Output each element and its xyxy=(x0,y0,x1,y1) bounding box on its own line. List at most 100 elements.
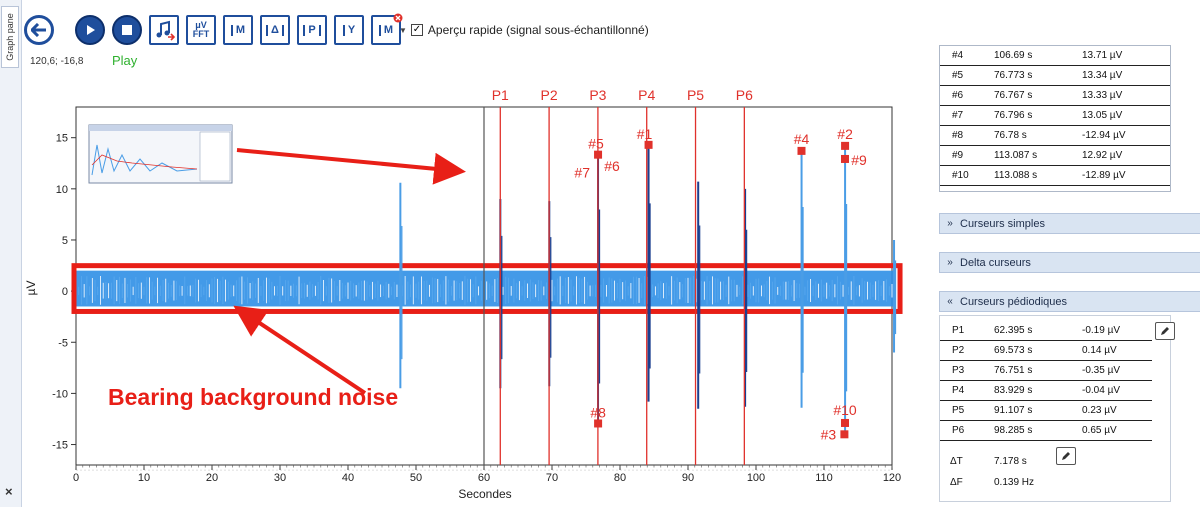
table-row[interactable]: P6 98.285 s 0.65 µV xyxy=(940,421,1152,441)
x-tick-label: 90 xyxy=(682,472,694,484)
table-row[interactable]: P2 69.573 s 0.14 µV xyxy=(940,341,1152,361)
marker-button[interactable]: M xyxy=(223,15,253,45)
remove-marker-glyph: M xyxy=(378,24,393,36)
periodic-rows: P1 62.395 s -0.19 µV P2 69.573 s 0.14 µV P3 76.… xyxy=(940,321,1152,441)
delta-cursor-button[interactable]: Δ xyxy=(260,15,290,45)
remove-marker-icon: M xyxy=(371,13,403,45)
edit-periodic-button[interactable] xyxy=(1155,322,1175,340)
cell-id: P3 xyxy=(952,365,965,376)
cell-value: 0.65 µV xyxy=(1082,425,1117,436)
cell-time: 91.107 s xyxy=(994,405,1033,416)
periodic-cursors-table: P1 62.395 s -0.19 µV P2 69.573 s 0.14 µV P3 76.… xyxy=(939,315,1171,502)
back-button[interactable] xyxy=(24,15,54,45)
table-row[interactable]: #8 76.78 s -12.94 µV xyxy=(940,126,1170,146)
table-row[interactable]: P3 76.751 s -0.35 µV xyxy=(940,361,1152,381)
y-tick-label: -5 xyxy=(58,337,68,349)
x-tick-label: 120 xyxy=(883,472,901,484)
expand-chevron-icon: » xyxy=(947,218,953,229)
cell-time: 83.929 s xyxy=(994,385,1033,396)
peak-marker xyxy=(841,141,850,150)
marker-glyph: M xyxy=(230,24,245,36)
cell-id: P2 xyxy=(952,345,965,356)
peak-label: #9 xyxy=(851,152,867,168)
table-row[interactable]: #6 76.767 s 13.33 µV xyxy=(940,86,1170,106)
peak-label: #5 xyxy=(588,136,604,152)
export-audio-button[interactable] xyxy=(149,15,179,45)
fft-icon: μV FFT xyxy=(186,15,216,45)
apercu-rapide-label: Aperçu rapide (signal sous-échantillonné… xyxy=(427,23,649,37)
collapse-chevron-icon: « xyxy=(947,296,953,307)
peak-label: #1 xyxy=(637,126,653,142)
noise-band xyxy=(71,263,903,314)
section-curseurs-periodiques[interactable]: « Curseurs pédiodiques xyxy=(939,291,1200,312)
y-cursor-button[interactable]: Y xyxy=(334,15,364,45)
periodic-cursor-label: P1 xyxy=(492,87,509,103)
cell-value: -12.94 µV xyxy=(1082,130,1126,141)
delta-cursor-icon: Δ xyxy=(260,15,290,45)
cell-value: 13.05 µV xyxy=(1082,110,1123,121)
thumbnail-preview xyxy=(88,124,233,184)
cell-id: P1 xyxy=(952,325,965,336)
periodic-cursor-icon: P xyxy=(297,15,327,45)
cell-id: #4 xyxy=(952,50,964,61)
x-tick-label: 70 xyxy=(546,472,558,484)
cell-time: 76.773 s xyxy=(994,70,1033,81)
cell-time: 76.751 s xyxy=(994,365,1033,376)
y-tick-label: 0 xyxy=(62,286,68,298)
x-axis-label: Secondes xyxy=(458,487,511,501)
y-tick-label: 15 xyxy=(56,133,68,145)
periodic-cursor-label: P3 xyxy=(589,87,606,103)
noise-annotation: Bearing background noise xyxy=(108,384,398,410)
periodic-cursor-label: P6 xyxy=(736,87,753,103)
play-button[interactable] xyxy=(75,15,105,45)
table-row[interactable]: P5 91.107 s 0.23 µV xyxy=(940,401,1152,421)
x-tick-label: 10 xyxy=(138,472,150,484)
graph-pane-tab-strip: Graph pane × xyxy=(0,0,22,507)
y-axis-label: µV xyxy=(24,281,38,296)
delta-glyph: Δ xyxy=(266,24,284,36)
remove-marker-button[interactable]: M xyxy=(371,13,403,45)
cell-value: 0.23 µV xyxy=(1082,405,1117,416)
x-tick-label: 40 xyxy=(342,472,354,484)
graph-pane-tab[interactable]: Graph pane xyxy=(1,6,19,68)
section-curseurs-simples[interactable]: » Curseurs simples xyxy=(939,213,1200,234)
table-row[interactable]: #9 113.087 s 12.92 µV xyxy=(940,146,1170,166)
signal-chart[interactable]: 0 10 20 30 40 50 60 70 80 90 100 110 120151050-5-10-… xyxy=(22,85,932,503)
cell-id: #6 xyxy=(952,90,964,101)
peak-label: #2 xyxy=(837,126,853,142)
stop-button[interactable] xyxy=(112,15,142,45)
peak-label: #8 xyxy=(590,404,606,420)
table-row[interactable]: #7 76.796 s 13.05 µV xyxy=(940,106,1170,126)
cell-time: 76.796 s xyxy=(994,110,1033,121)
cell-id: P4 xyxy=(952,385,965,396)
cell-id: #7 xyxy=(952,110,964,121)
edit-delta-button[interactable] xyxy=(1056,447,1076,465)
fft-glyph: μV FFT xyxy=(192,19,210,39)
fft-button[interactable]: μV FFT xyxy=(186,15,216,45)
x-tick-label: 20 xyxy=(206,472,218,484)
peak-marker xyxy=(840,418,849,427)
x-tick-label: 0 xyxy=(73,472,79,484)
section-curseurs-periodiques-label: Curseurs pédiodiques xyxy=(960,295,1068,308)
cell-value: 0.14 µV xyxy=(1082,345,1117,356)
y-cursor-icon: Y xyxy=(334,15,364,45)
table-row[interactable]: P1 62.395 s -0.19 µV xyxy=(940,321,1152,341)
x-tick-label: 100 xyxy=(747,472,765,484)
toolbar: μV FFT M Δ P Y M ▼ ✓ Aperçu rapide (sign… xyxy=(24,10,649,50)
section-delta-curseurs[interactable]: » Delta curseurs xyxy=(939,252,1200,273)
periodic-cursor-button[interactable]: P xyxy=(297,15,327,45)
close-pane-button[interactable]: × xyxy=(5,484,13,499)
cell-id: #8 xyxy=(952,130,964,141)
table-row[interactable]: #4 106.69 s 13.71 µV xyxy=(940,46,1170,66)
cell-time: 62.395 s xyxy=(994,325,1033,336)
periodic-glyph: P xyxy=(303,24,321,36)
peak-marker xyxy=(840,430,849,439)
table-row[interactable]: #5 76.773 s 13.34 µV xyxy=(940,66,1170,86)
play-status: Play xyxy=(112,53,138,68)
table-row[interactable]: P4 83.929 s -0.04 µV xyxy=(940,381,1152,401)
periodic-cursor-label: P2 xyxy=(541,87,558,103)
cell-value: -0.04 µV xyxy=(1082,385,1121,396)
apercu-rapide-checkbox[interactable]: ✓ xyxy=(410,24,423,36)
graph-window: Graph pane × μV FFT M Δ P Y M ▼ ✓ Aperçu… xyxy=(0,0,1200,507)
table-row[interactable]: #10 113.088 s -12.89 µV xyxy=(940,166,1170,186)
